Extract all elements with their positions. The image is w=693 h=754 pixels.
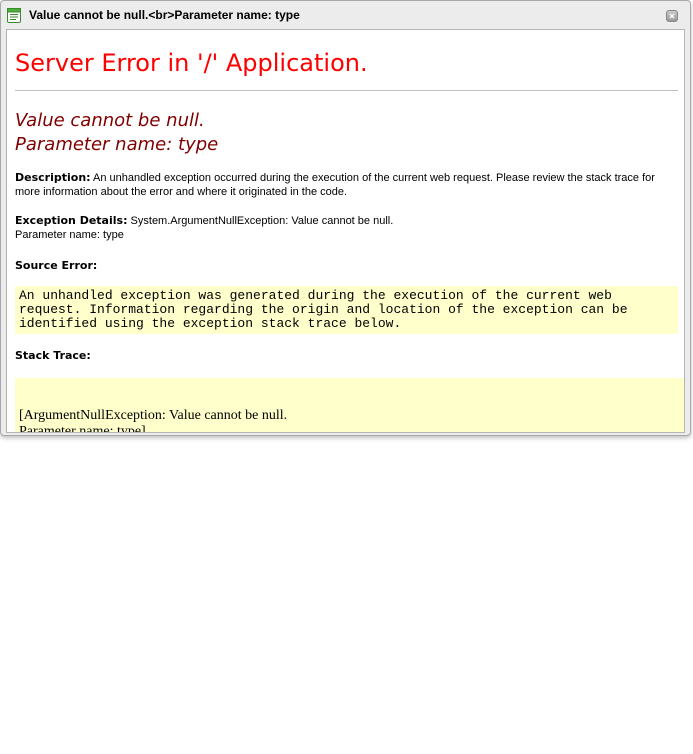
error-message-line2: Parameter name: type (15, 134, 219, 155)
stack-trace-section: Stack Trace: (15, 349, 675, 363)
source-error-label: Source Error: (15, 259, 98, 272)
description-section: Description: An unhandled exception occu… (15, 171, 675, 199)
error-dialog: Value cannot be null.<br>Parameter name:… (0, 0, 691, 436)
dialog-titlebar[interactable]: Value cannot be null.<br>Parameter name:… (1, 1, 690, 29)
description-label: Description: (15, 171, 91, 184)
close-icon (669, 13, 675, 19)
source-error-line: request. Information regarding the origi… (19, 302, 628, 317)
description-text: An unhandled exception occurred during t… (15, 172, 655, 198)
error-message: Value cannot be null. Parameter name: ty… (15, 109, 218, 157)
heading-divider (15, 90, 678, 91)
source-error-box: An unhandled exception was generated dur… (15, 286, 678, 334)
exception-param-text: Parameter name: type (15, 229, 124, 241)
dialog-title: Value cannot be null.<br>Parameter name:… (29, 8, 300, 22)
stack-trace-line: [ArgumentNullException: Value cannot be … (19, 408, 288, 423)
source-error-line: identified using the exception stack tra… (19, 316, 402, 331)
document-icon (7, 8, 21, 23)
close-button[interactable] (666, 10, 678, 22)
stack-trace-box: [ArgumentNullException: Value cannot be … (15, 378, 684, 433)
source-error-line: An unhandled exception was generated dur… (19, 288, 612, 303)
error-message-line1: Value cannot be null. (15, 110, 205, 131)
exception-details-label: Exception Details: (15, 214, 128, 227)
page-title: Server Error in '/' Application. (15, 49, 368, 77)
stack-trace-label: Stack Trace: (15, 349, 91, 362)
exception-details-text: System.ArgumentNullException: Value cann… (130, 215, 394, 227)
stack-trace-line: Parameter name: type] (19, 424, 146, 433)
error-page-content[interactable]: Server Error in '/' Application. Value c… (6, 29, 685, 433)
source-error-section: Source Error: (15, 259, 675, 273)
exception-details-section: Exception Details: System.ArgumentNullEx… (15, 214, 675, 242)
